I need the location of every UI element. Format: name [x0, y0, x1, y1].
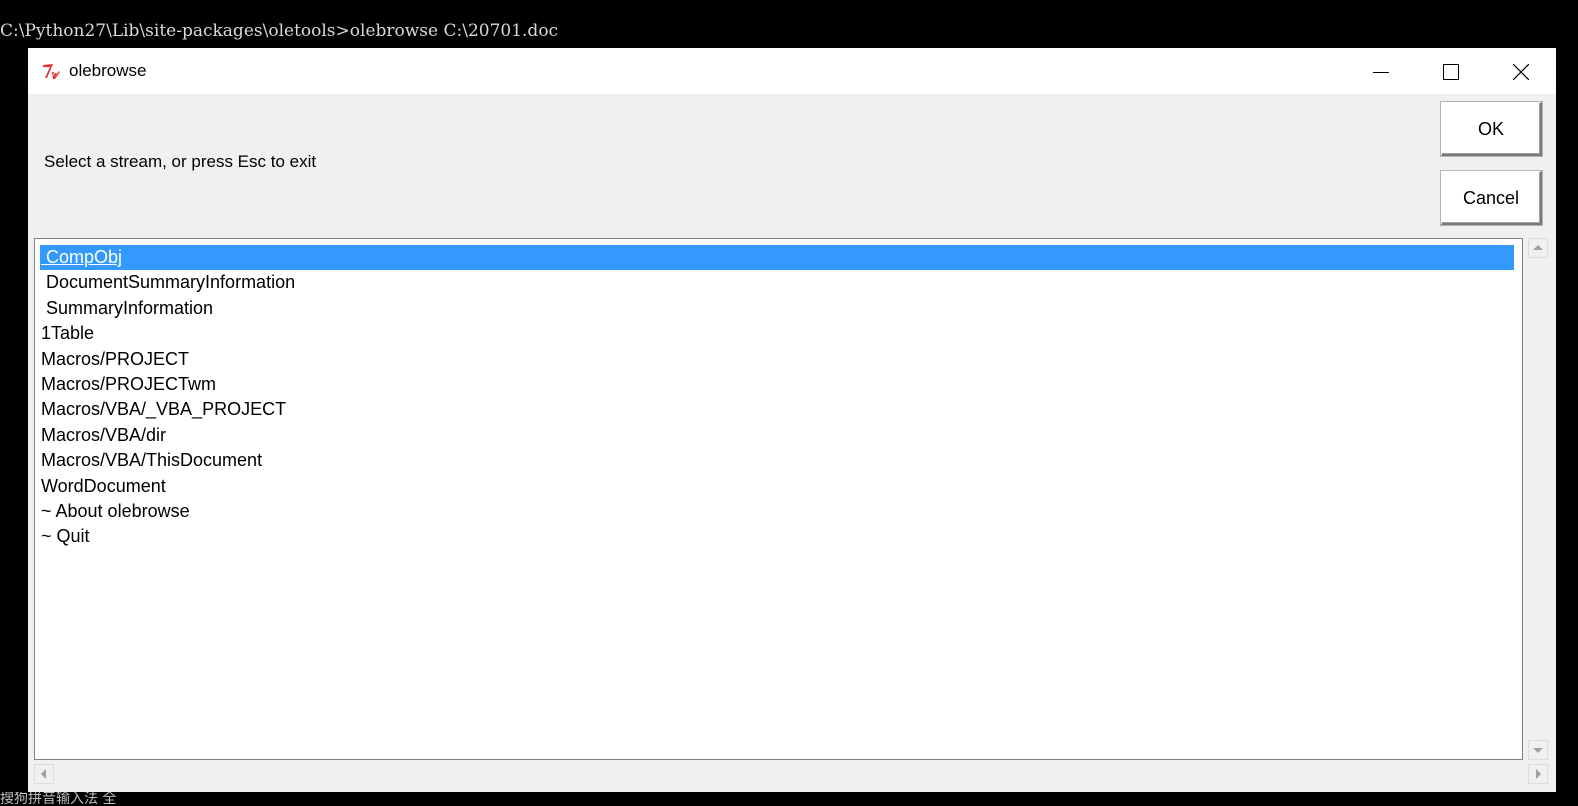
minimize-icon — [1373, 72, 1389, 73]
stream-list-item[interactable]: ~ About olebrowse — [41, 499, 190, 524]
window-title: olebrowse — [69, 61, 147, 80]
scroll-up-button[interactable] — [1528, 238, 1548, 258]
maximize-button[interactable] — [1415, 48, 1485, 94]
tk-feather-icon — [43, 64, 60, 79]
console-command-line: C:\Python27\Lib\site-packages\oletools>o… — [0, 21, 559, 41]
arrow-right-icon — [1536, 769, 1541, 779]
stream-list-item-label: ~ About olebrowse — [41, 501, 190, 521]
stream-list-item[interactable]: DocumentSummaryInformation — [41, 270, 295, 295]
stream-list-item-label: ~ Quit — [41, 526, 90, 547]
stream-list-item[interactable]: Macros/PROJECTwm — [41, 372, 216, 397]
scroll-left-button[interactable] — [34, 764, 54, 784]
title-bar[interactable]: olebrowse — [28, 48, 1556, 94]
stream-list-item-label: Macros/VBA/dir — [41, 424, 167, 445]
close-icon — [1513, 64, 1529, 80]
prompt-label: Select a stream, or press Esc to exit — [44, 152, 317, 171]
maximize-icon — [1443, 64, 1459, 80]
stream-listbox[interactable]: CompObj DocumentSummaryInformation Summa… — [34, 238, 1523, 760]
ok-button[interactable]: OK — [1441, 102, 1542, 156]
stream-list-item-label: Macros/VBA/_VBA_PROJECT — [41, 399, 287, 420]
stream-list-item-label: SummaryInformation — [41, 297, 214, 318]
stream-list-item[interactable]: Macros/VBA/dir — [41, 423, 166, 448]
close-button[interactable] — [1485, 48, 1555, 94]
stream-list-item-label: WordDocument — [41, 475, 166, 496]
stream-list-item-label: 1Table — [41, 323, 95, 344]
stream-list-item[interactable]: 1Table — [41, 321, 94, 346]
stream-list-item-label: Macros/PROJECT — [41, 348, 190, 369]
stream-list-item[interactable]: Macros/VBA/_VBA_PROJECT — [41, 397, 286, 422]
stream-list-item-label: Macros/VBA/ThisDocument — [41, 450, 263, 471]
scroll-down-button[interactable] — [1528, 740, 1548, 760]
arrow-left-icon — [41, 769, 46, 779]
stream-list-item[interactable]: Macros/VBA/ThisDocument — [41, 448, 262, 473]
stream-list-item[interactable]: Macros/PROJECT — [41, 347, 189, 372]
stream-list-item-label: CompObj — [41, 247, 123, 267]
arrow-down-icon — [1533, 748, 1543, 753]
olebrowse-window: olebrowse Select a stream, or press Esc … — [28, 48, 1556, 792]
scroll-right-button[interactable] — [1528, 764, 1548, 784]
arrow-up-icon — [1533, 245, 1543, 250]
stream-list-item[interactable]: ~ Quit — [41, 524, 90, 549]
cancel-button[interactable]: Cancel — [1441, 171, 1542, 225]
horizontal-scrollbar[interactable] — [34, 764, 1548, 786]
stream-list-item-label: Macros/PROJECTwm — [41, 374, 217, 394]
stream-list-item[interactable]: SummaryInformation — [41, 296, 213, 321]
stream-list-item-label: DocumentSummaryInformation — [41, 272, 296, 293]
ime-status-text: 搜狗拼音输入法 全 — [0, 792, 117, 806]
stream-list-item[interactable]: WordDocument — [41, 474, 166, 499]
stream-list-item[interactable]: CompObj — [40, 245, 1514, 270]
minimize-button[interactable] — [1345, 48, 1415, 94]
vertical-scrollbar[interactable] — [1528, 238, 1548, 760]
